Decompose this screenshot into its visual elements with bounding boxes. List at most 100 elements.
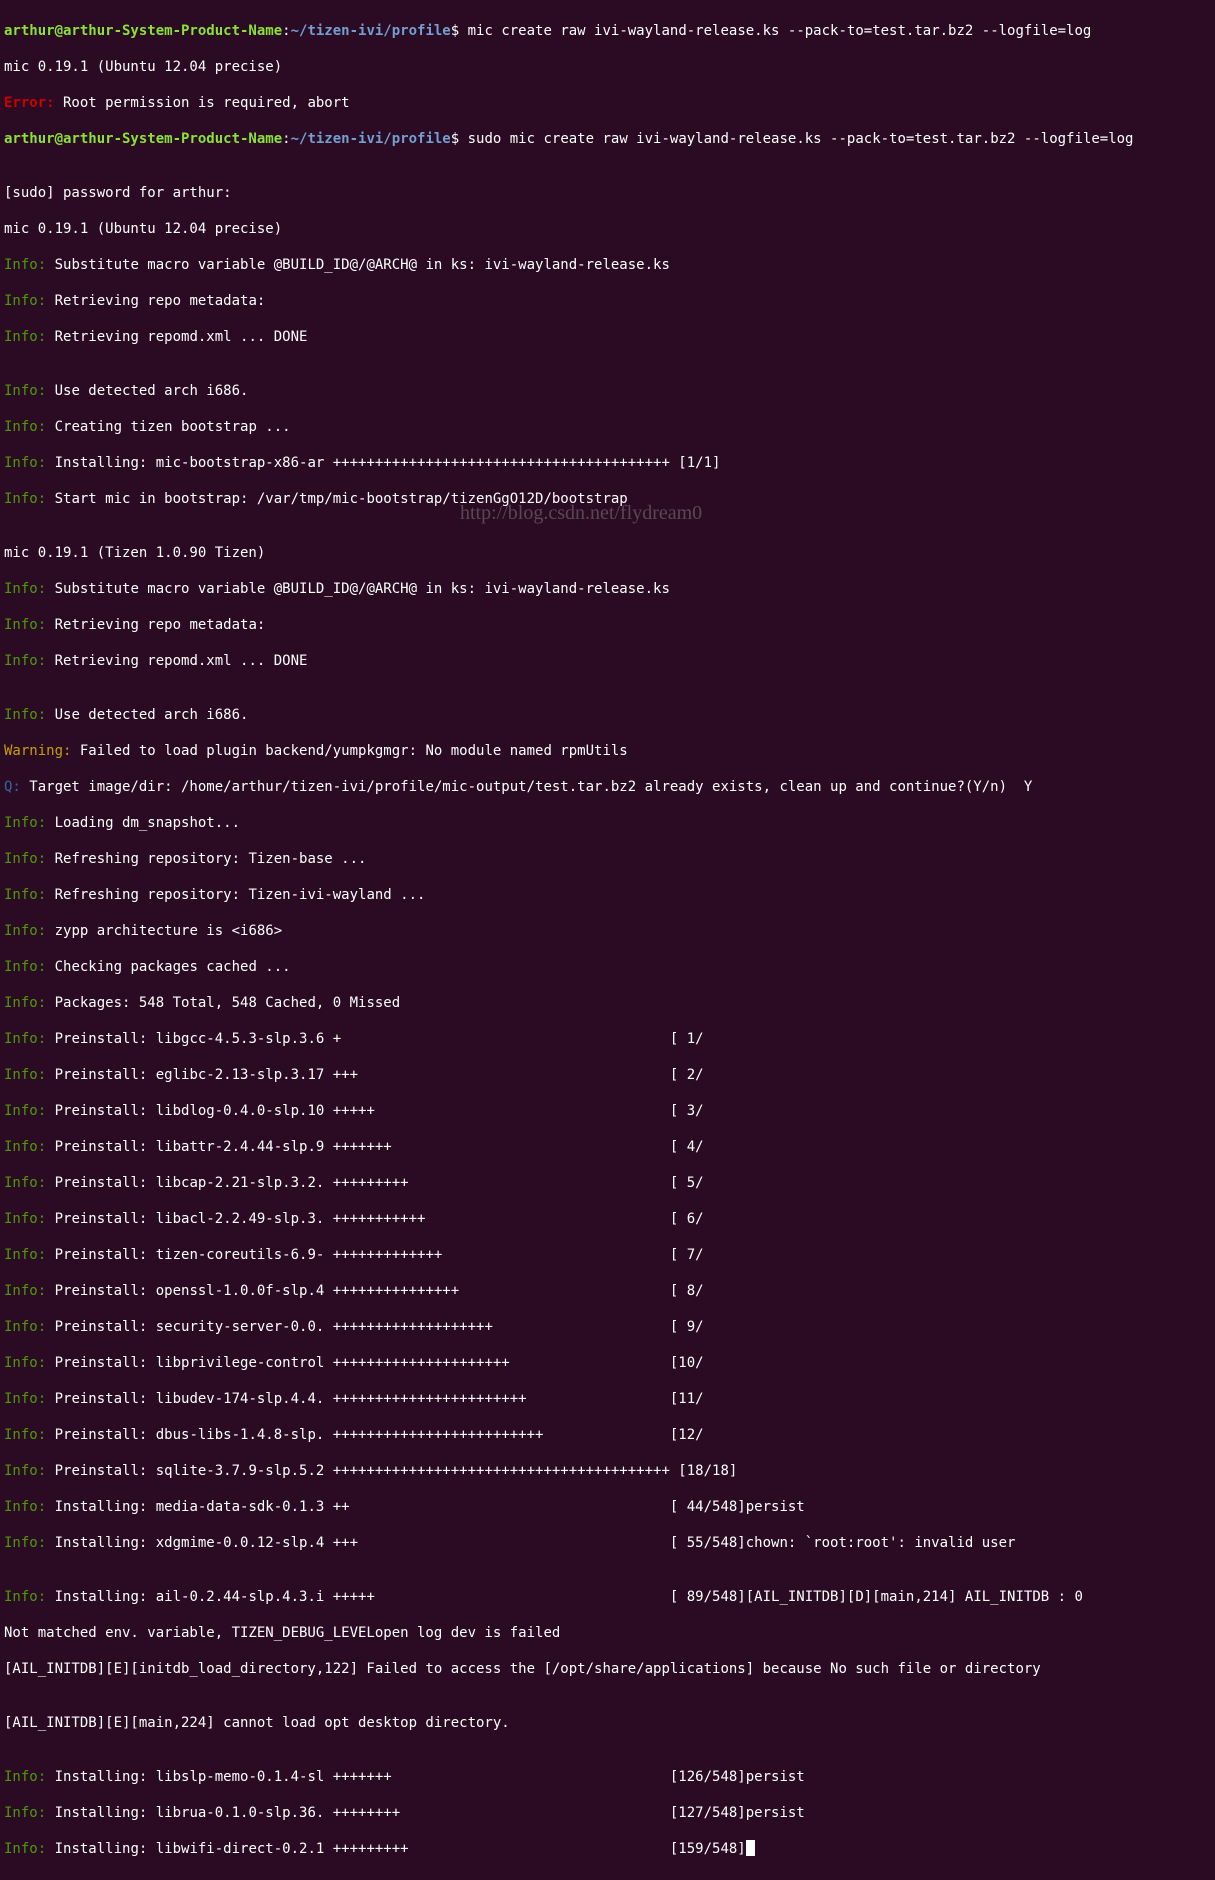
info-label: Info: bbox=[4, 383, 46, 399]
terminal-cursor-icon bbox=[746, 1840, 755, 1856]
info-label: Info: bbox=[4, 257, 46, 273]
install-text: Installing: libwifi-direct-0.2.1 +++++++… bbox=[46, 1841, 746, 1857]
info-text: Use detected arch i686. bbox=[46, 707, 248, 723]
info-line: Info: Retrieving repomd.xml ... DONE bbox=[4, 652, 1211, 670]
preinstall-text: Preinstall: libdlog-0.4.0-slp.10 +++++ [… bbox=[46, 1103, 703, 1119]
preinstall-text: Preinstall: tizen-coreutils-6.9- +++++++… bbox=[46, 1247, 703, 1263]
preinstall-text: Preinstall: eglibc-2.13-slp.3.17 +++ [ 2… bbox=[46, 1067, 703, 1083]
info-label: Info: bbox=[4, 1211, 46, 1227]
prompt-line-1: arthur@arthur-System-Product-Name:~/tize… bbox=[4, 22, 1211, 40]
info-label: Info: bbox=[4, 1535, 46, 1551]
info-label: Info: bbox=[4, 1031, 46, 1047]
colon: : bbox=[282, 131, 290, 147]
warning-line: Warning: Failed to load plugin backend/y… bbox=[4, 742, 1211, 760]
preinstall-line: Info: Preinstall: openssl-1.0.0f-slp.4 +… bbox=[4, 1282, 1211, 1300]
info-line: Info: Start mic in bootstrap: /var/tmp/m… bbox=[4, 490, 1211, 508]
question-text: Target image/dir: /home/arthur/tizen-ivi… bbox=[21, 779, 1032, 795]
preinstall-line: Info: Preinstall: security-server-0.0. +… bbox=[4, 1318, 1211, 1336]
info-label: Info: bbox=[4, 617, 46, 633]
info-label: Info: bbox=[4, 491, 46, 507]
error-line: Error: Root permission is required, abor… bbox=[4, 94, 1211, 112]
preinstall-line: Info: Preinstall: eglibc-2.13-slp.3.17 +… bbox=[4, 1066, 1211, 1084]
info-label: Info: bbox=[4, 455, 46, 471]
info-line: Info: Refreshing repository: Tizen-base … bbox=[4, 850, 1211, 868]
preinstall-text: Preinstall: sqlite-3.7.9-slp.5.2 +++++++… bbox=[46, 1463, 737, 1479]
output-line: [AIL_INITDB][E][initdb_load_directory,12… bbox=[4, 1660, 1211, 1678]
user-host: arthur@arthur-System-Product-Name bbox=[4, 131, 282, 147]
install-line: Info: Installing: ail-0.2.44-slp.4.3.i +… bbox=[4, 1588, 1211, 1606]
preinstall-text: Preinstall: security-server-0.0. +++++++… bbox=[46, 1319, 703, 1335]
install-line: Info: Installing: xdgmime-0.0.12-slp.4 +… bbox=[4, 1534, 1211, 1552]
info-label: Info: bbox=[4, 1319, 46, 1335]
info-label: Info: bbox=[4, 1427, 46, 1443]
info-line: Info: zypp architecture is <i686> bbox=[4, 922, 1211, 940]
install-text: Installing: xdgmime-0.0.12-slp.4 +++ [ 5… bbox=[46, 1535, 1015, 1551]
colon: : bbox=[282, 23, 290, 39]
info-text: Creating tizen bootstrap ... bbox=[46, 419, 290, 435]
preinstall-line: Info: Preinstall: dbus-libs-1.4.8-slp. +… bbox=[4, 1426, 1211, 1444]
info-line: Info: Use detected arch i686. bbox=[4, 382, 1211, 400]
error-label: Error: bbox=[4, 95, 55, 111]
output-line: [AIL_INITDB][E][main,224] cannot load op… bbox=[4, 1714, 1211, 1732]
preinstall-text: Preinstall: libacl-2.2.49-slp.3. +++++++… bbox=[46, 1211, 703, 1227]
error-text: Root permission is required, abort bbox=[55, 95, 350, 111]
info-line: Info: Checking packages cached ... bbox=[4, 958, 1211, 976]
info-line: Info: Packages: 548 Total, 548 Cached, 0… bbox=[4, 994, 1211, 1012]
output-line: Not matched env. variable, TIZEN_DEBUG_L… bbox=[4, 1624, 1211, 1642]
info-label: Info: bbox=[4, 1391, 46, 1407]
info-line: Info: Use detected arch i686. bbox=[4, 706, 1211, 724]
info-label: Info: bbox=[4, 995, 46, 1011]
command-text: sudo mic create raw ivi-wayland-release.… bbox=[468, 131, 1134, 147]
info-label: Info: bbox=[4, 887, 46, 903]
info-label: Info: bbox=[4, 1463, 46, 1479]
warning-label: Warning: bbox=[4, 743, 71, 759]
output-line: mic 0.19.1 (Ubuntu 12.04 precise) bbox=[4, 220, 1211, 238]
install-line: Info: Installing: libwifi-direct-0.2.1 +… bbox=[4, 1840, 1211, 1858]
info-line: Info: Retrieving repo metadata: bbox=[4, 616, 1211, 634]
info-label: Info: bbox=[4, 1805, 46, 1821]
info-label: Info: bbox=[4, 419, 46, 435]
preinstall-text: Preinstall: libattr-2.4.44-slp.9 +++++++… bbox=[46, 1139, 703, 1155]
info-text: Packages: 548 Total, 548 Cached, 0 Misse… bbox=[46, 995, 400, 1011]
prompt-dollar: $ bbox=[451, 131, 468, 147]
install-text: Installing: ail-0.2.44-slp.4.3.i +++++ [… bbox=[46, 1589, 1083, 1605]
info-label: Info: bbox=[4, 1103, 46, 1119]
preinstall-line: Info: Preinstall: libgcc-4.5.3-slp.3.6 +… bbox=[4, 1030, 1211, 1048]
install-line: Info: Installing: media-data-sdk-0.1.3 +… bbox=[4, 1498, 1211, 1516]
preinstall-text: Preinstall: libgcc-4.5.3-slp.3.6 + [ 1/ bbox=[46, 1031, 703, 1047]
install-line: Info: Installing: librua-0.1.0-slp.36. +… bbox=[4, 1804, 1211, 1822]
install-text: Installing: librua-0.1.0-slp.36. +++++++… bbox=[46, 1805, 805, 1821]
info-label: Info: bbox=[4, 959, 46, 975]
info-label: Info: bbox=[4, 653, 46, 669]
info-label: Info: bbox=[4, 581, 46, 597]
info-label: Info: bbox=[4, 1067, 46, 1083]
info-label: Info: bbox=[4, 1175, 46, 1191]
info-line: Info: Loading dm_snapshot... bbox=[4, 814, 1211, 832]
info-text: Use detected arch i686. bbox=[46, 383, 248, 399]
info-line: Info: Refreshing repository: Tizen-ivi-w… bbox=[4, 886, 1211, 904]
preinstall-line: Info: Preinstall: sqlite-3.7.9-slp.5.2 +… bbox=[4, 1462, 1211, 1480]
info-text: Substitute macro variable @BUILD_ID@/@AR… bbox=[46, 581, 670, 597]
info-line: Info: Retrieving repo metadata: bbox=[4, 292, 1211, 310]
info-text: Start mic in bootstrap: /var/tmp/mic-boo… bbox=[46, 491, 628, 507]
warning-text: Failed to load plugin backend/yumpkgmgr:… bbox=[71, 743, 627, 759]
info-label: Info: bbox=[4, 293, 46, 309]
info-label: Info: bbox=[4, 1283, 46, 1299]
info-label: Info: bbox=[4, 1355, 46, 1371]
preinstall-text: Preinstall: dbus-libs-1.4.8-slp. +++++++… bbox=[46, 1427, 703, 1443]
info-label: Info: bbox=[4, 707, 46, 723]
preinstall-line: Info: Preinstall: libudev-174-slp.4.4. +… bbox=[4, 1390, 1211, 1408]
preinstall-text: Preinstall: libprivilege-control +++++++… bbox=[46, 1355, 703, 1371]
info-label: Info: bbox=[4, 1499, 46, 1515]
terminal-output[interactable]: arthur@arthur-System-Product-Name:~/tize… bbox=[0, 0, 1215, 1880]
info-label: Info: bbox=[4, 1589, 46, 1605]
info-line: Info: Substitute macro variable @BUILD_I… bbox=[4, 580, 1211, 598]
info-text: Retrieving repo metadata: bbox=[46, 293, 265, 309]
cwd-path: ~/tizen-ivi/profile bbox=[291, 131, 451, 147]
question-label: Q: bbox=[4, 779, 21, 795]
info-label: Info: bbox=[4, 1841, 46, 1857]
prompt-line-2: arthur@arthur-System-Product-Name:~/tize… bbox=[4, 130, 1211, 148]
info-line: Info: Installing: mic-bootstrap-x86-ar +… bbox=[4, 454, 1211, 472]
install-line: Info: Installing: libslp-memo-0.1.4-sl +… bbox=[4, 1768, 1211, 1786]
preinstall-line: Info: Preinstall: libprivilege-control +… bbox=[4, 1354, 1211, 1372]
